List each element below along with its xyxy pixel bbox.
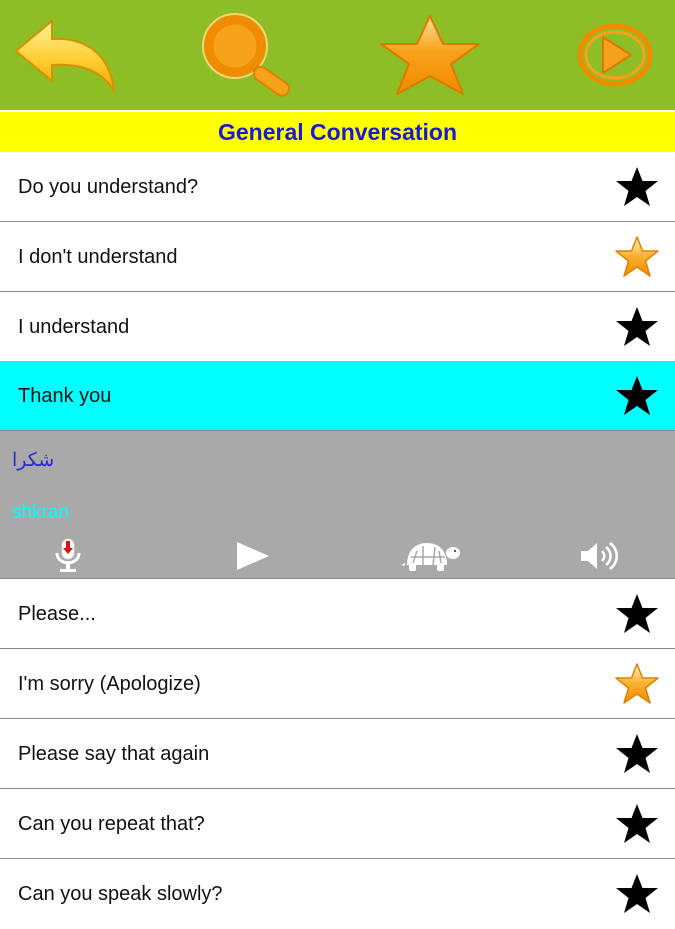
phrase-row[interactable]: I'm sorry (Apologize) <box>0 649 675 719</box>
star-outline-icon[interactable] <box>614 592 660 636</box>
translation-panel: شكرا shkran <box>0 431 675 579</box>
phrase-label: Thank you <box>18 385 112 407</box>
play-icon <box>237 542 269 570</box>
phrase-row[interactable]: Can you repeat that? <box>0 789 675 859</box>
phrase-row[interactable]: I understand <box>0 292 675 362</box>
star-outline-icon[interactable] <box>614 802 660 846</box>
play-icon <box>577 23 653 87</box>
phrase-row[interactable]: Please... <box>0 579 675 649</box>
phrase-label: Please say that again <box>18 743 210 765</box>
star-icon <box>380 15 480 95</box>
phrase-row[interactable]: Do you understand? <box>0 152 675 222</box>
phrase-label: I don't understand <box>18 246 178 268</box>
back-button[interactable] <box>10 0 120 110</box>
star-outline-icon[interactable] <box>614 732 660 776</box>
favorites-button[interactable] <box>370 0 490 110</box>
turtle-icon <box>401 543 460 571</box>
search-icon <box>202 13 291 97</box>
volume-button[interactable] <box>576 534 622 578</box>
slow-play-button[interactable] <box>398 534 464 578</box>
speaker-icon <box>581 542 618 570</box>
phrase-label: Can you repeat that? <box>18 813 205 835</box>
arabic-translation: شكرا <box>12 450 55 471</box>
microphone-icon <box>55 538 81 572</box>
phrase-label: I understand <box>18 316 130 338</box>
toolbar <box>0 0 675 110</box>
back-arrow-icon <box>15 20 115 92</box>
star-outline-icon[interactable] <box>614 165 660 209</box>
star-outline-icon[interactable] <box>614 305 660 349</box>
phrase-row[interactable]: Please say that again <box>0 719 675 789</box>
star-favorite-icon[interactable] <box>614 235 660 279</box>
phrase-row[interactable]: Can you speak slowly? <box>0 859 675 929</box>
phrase-row-selected[interactable]: Thank you <box>0 361 675 431</box>
star-outline-icon[interactable] <box>614 872 660 916</box>
star-favorite-icon[interactable] <box>614 662 660 706</box>
phrase-label: Please... <box>18 603 96 625</box>
play-all-button[interactable] <box>565 0 665 110</box>
phrase-row[interactable]: I don't understand <box>0 222 675 292</box>
transliteration: shkran <box>12 502 70 523</box>
page-title: General Conversation <box>0 112 675 152</box>
star-outline-icon[interactable] <box>614 374 660 418</box>
phrase-label: I'm sorry (Apologize) <box>18 673 201 695</box>
search-button[interactable] <box>188 0 308 110</box>
phrase-label: Do you understand? <box>18 176 199 198</box>
phrase-label: Can you speak slowly? <box>18 883 223 905</box>
play-audio-button[interactable] <box>230 534 276 578</box>
record-button[interactable] <box>46 534 90 578</box>
